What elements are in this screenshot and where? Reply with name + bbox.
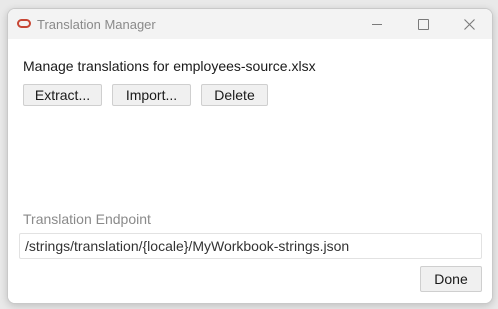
extract-button[interactable]: Extract... [23,84,102,106]
done-button[interactable]: Done [420,266,482,292]
window-title: Translation Manager [37,17,156,32]
dialog-window: Translation Manager Manage translations … [7,8,493,304]
minimize-button[interactable] [354,9,400,39]
translation-endpoint-field[interactable] [19,233,482,259]
translation-endpoint-label: Translation Endpoint [23,211,151,227]
oracle-logo-icon [17,19,31,28]
minimize-icon [372,23,382,25]
maximize-button[interactable] [400,9,446,39]
close-icon [463,18,475,30]
delete-button[interactable]: Delete [201,84,268,106]
title-bar[interactable]: Translation Manager [8,9,492,39]
maximize-icon [417,18,429,30]
import-button[interactable]: Import... [112,84,191,106]
dialog-content: Manage translations for employees-source… [8,39,492,303]
close-button[interactable] [446,9,492,39]
dialog-heading: Manage translations for employees-source… [23,58,316,74]
